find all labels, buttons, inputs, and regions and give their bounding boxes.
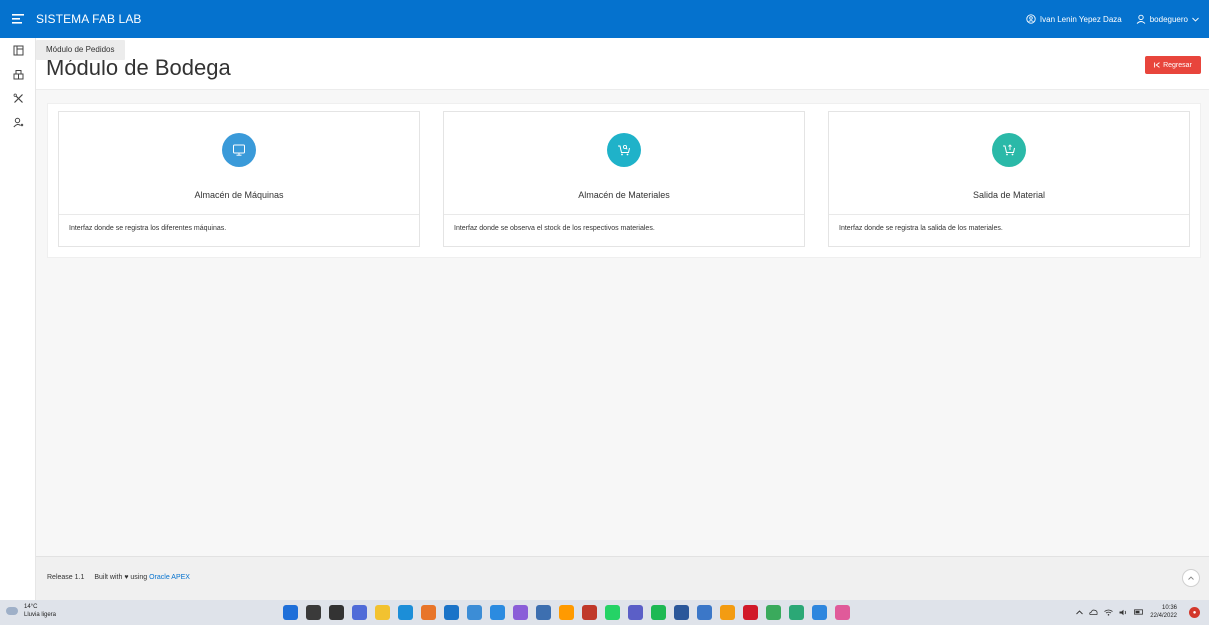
onedrive-icon[interactable] — [1089, 609, 1098, 615]
temperature: 14°C — [24, 604, 38, 610]
sidebar-item-bodega[interactable] — [0, 62, 36, 86]
clock-date: 22/4/2022 — [1150, 613, 1177, 619]
card-almacen-materiales[interactable]: Almacén de Materiales Interfaz donde se … — [443, 111, 805, 247]
back-arrow-icon — [1154, 62, 1160, 68]
monitor-icon — [233, 144, 245, 156]
weather-description: Lluvia ligera — [24, 612, 57, 618]
system-tray: 10:36 22/4/2022 — [1076, 604, 1177, 620]
back-button[interactable]: Regresar — [1145, 56, 1201, 74]
warehouse-icon — [13, 69, 23, 79]
user-menu-button[interactable]: bodeguero — [1136, 14, 1199, 24]
chat-icon[interactable] — [352, 605, 367, 620]
firefox-icon[interactable] — [421, 605, 436, 620]
sidebar-item-herramientas[interactable] — [0, 86, 36, 110]
weather-widget[interactable]: 14°C Lluvia ligera — [24, 603, 56, 619]
orders-icon — [13, 45, 23, 55]
user-settings-icon — [12, 117, 23, 127]
card-salida-material[interactable]: Salida de Material Interfaz donde se reg… — [828, 111, 1190, 247]
footer-info: Release 1.1 Built with ♥ using Oracle AP… — [47, 574, 190, 581]
page-header: Módulo de Bodega Regresar — [36, 38, 1209, 90]
side-navigation — [0, 38, 36, 600]
edge-icon[interactable] — [398, 605, 413, 620]
card-icon-circle — [607, 133, 641, 167]
app-l-icon[interactable] — [444, 605, 459, 620]
user-full-name: Ivan Lenin Yepez Daza — [1039, 14, 1122, 24]
cards-region: Almacén de Máquinas Interfaz donde se re… — [47, 103, 1201, 258]
card-description: Interfaz donde se registra la salida de … — [829, 214, 1189, 248]
top-navigation-bar: SISTEMA FAB LAB Ivan Lenin Yepez Daza bo… — [0, 0, 1209, 38]
battery-icon[interactable] — [1134, 609, 1144, 615]
spotify-icon[interactable] — [651, 605, 666, 620]
app-green-icon[interactable] — [766, 605, 781, 620]
card-almacen-maquinas[interactable]: Almacén de Máquinas Interfaz donde se re… — [58, 111, 420, 247]
clock-time: 10:36 — [1161, 605, 1177, 611]
word-icon[interactable] — [674, 605, 689, 620]
photos-icon[interactable] — [467, 605, 482, 620]
illustrator-icon[interactable] — [559, 605, 574, 620]
notification-badge[interactable]: ● — [1189, 607, 1200, 618]
chevron-down-icon — [1192, 17, 1199, 22]
card-icon-circle — [222, 133, 256, 167]
sidebar-tooltip: Módulo de Pedidos — [36, 40, 125, 60]
search-icon[interactable] — [306, 605, 321, 620]
card-title: Salida de Material — [972, 190, 1046, 200]
weather-cloud-icon[interactable] — [6, 607, 18, 615]
card-description: Interfaz donde se observa el stock de lo… — [444, 214, 804, 248]
sidebar-item-usuarios[interactable] — [0, 110, 36, 134]
card-icon-circle — [992, 133, 1026, 167]
user-full-name-link[interactable]: Ivan Lenin Yepez Daza — [1026, 14, 1122, 24]
teams-icon[interactable] — [628, 605, 643, 620]
app-orange-icon[interactable] — [720, 605, 735, 620]
task-view-icon[interactable] — [329, 605, 344, 620]
built-with-text: Built with ♥ using — [94, 574, 148, 581]
opera-icon[interactable] — [743, 605, 758, 620]
cart-upload-icon — [1003, 144, 1015, 156]
app-blue-icon[interactable] — [697, 605, 712, 620]
release-version: Release 1.1 — [47, 574, 85, 581]
windows-start-icon[interactable] — [283, 605, 298, 620]
app-title[interactable]: SISTEMA FAB LAB — [36, 12, 142, 26]
gallery-icon[interactable] — [812, 605, 827, 620]
chevron-up-icon[interactable] — [1076, 609, 1084, 615]
page-footer: Release 1.1 Built with ♥ using Oracle AP… — [36, 556, 1209, 600]
file-explorer-icon[interactable] — [375, 605, 390, 620]
virtualbox-icon[interactable] — [536, 605, 551, 620]
system-clock[interactable]: 10:36 22/4/2022 — [1150, 604, 1177, 620]
main-content: Módulo de Bodega Regresar Almacén de Máq… — [36, 38, 1209, 556]
app-teal-icon[interactable] — [789, 605, 804, 620]
username: bodeguero — [1149, 14, 1188, 24]
back-button-label: Regresar — [1163, 61, 1192, 69]
sidebar-item-pedidos[interactable] — [0, 38, 36, 62]
user-badge-icon — [1026, 14, 1036, 24]
card-title: Almacén de Materiales — [578, 190, 670, 200]
volume-icon[interactable] — [1119, 609, 1128, 616]
built-with: Built with ♥ using Oracle APEX — [94, 574, 190, 581]
app-pink-icon[interactable] — [835, 605, 850, 620]
hamburger-icon — [12, 14, 24, 24]
windows-taskbar: 14°C Lluvia ligera 10:36 22/4/2022 ● — [0, 600, 1209, 625]
visual-studio-icon[interactable] — [513, 605, 528, 620]
chevron-up-icon — [1188, 576, 1194, 580]
vscode-icon[interactable] — [490, 605, 505, 620]
card-title: Almacén de Máquinas — [194, 190, 284, 200]
card-description: Interfaz donde se registra los diferente… — [59, 214, 419, 248]
user-icon — [1136, 14, 1146, 24]
access-icon[interactable] — [582, 605, 597, 620]
wifi-icon[interactable] — [1104, 609, 1114, 616]
scroll-to-top-button[interactable] — [1182, 569, 1200, 587]
menu-toggle-button[interactable] — [0, 0, 36, 38]
oracle-apex-link[interactable]: Oracle APEX — [149, 574, 190, 581]
whatsapp-icon[interactable] — [605, 605, 620, 620]
taskbar-apps — [283, 605, 850, 620]
tools-icon — [13, 93, 23, 103]
cart-search-icon — [618, 144, 630, 156]
